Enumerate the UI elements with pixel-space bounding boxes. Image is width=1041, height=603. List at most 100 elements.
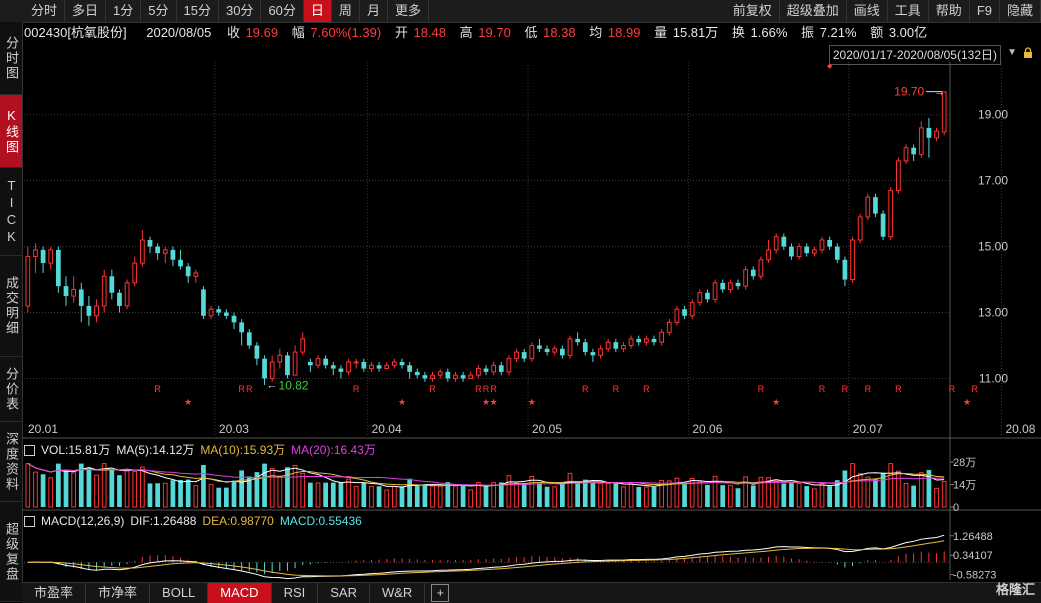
candle-body	[162, 249, 168, 254]
tool-button[interactable]: 隐藏	[1000, 0, 1041, 22]
low-price-label: 10.82	[279, 378, 309, 392]
volume-bar	[842, 470, 848, 507]
indicator-tab[interactable]: 市净率	[86, 583, 151, 603]
volume-bar	[346, 478, 351, 508]
volume-bar	[277, 475, 283, 508]
candle-body	[101, 275, 107, 307]
candle	[139, 230, 145, 267]
volume-bar	[834, 480, 840, 507]
date-range-selector[interactable]: 2020/01/17-2020/08/05(132日)	[828, 45, 1001, 65]
tool-button[interactable]: F9	[970, 0, 1000, 22]
volume-bar	[735, 488, 741, 507]
candle-body	[926, 127, 932, 138]
indicator-tab[interactable]: W&R	[370, 583, 426, 603]
volume-bar	[422, 485, 428, 507]
chevron-down-icon[interactable]: ▼	[1007, 47, 1017, 58]
side-nav-item[interactable]: 分时图	[0, 22, 22, 95]
candle	[384, 361, 390, 370]
candle-body	[262, 358, 267, 379]
period-button[interactable]: 5分	[141, 0, 177, 22]
candle-body	[582, 342, 588, 353]
candle-body	[139, 239, 145, 264]
candle	[796, 243, 802, 260]
side-nav-item[interactable]: TICK	[0, 168, 22, 256]
price-tick-label: 19.00	[978, 108, 1008, 122]
candle	[895, 157, 901, 194]
date-tick-label: 20.06	[692, 422, 722, 436]
candle	[491, 361, 497, 376]
candle	[437, 368, 443, 379]
volume-bar	[323, 482, 329, 507]
candle	[498, 361, 504, 376]
candle-body	[109, 276, 115, 293]
candle-body	[407, 365, 413, 372]
side-nav-item[interactable]: 分价表	[0, 357, 22, 422]
side-nav-item[interactable]: K线图	[0, 95, 22, 168]
candle-body	[766, 249, 771, 261]
candle	[582, 338, 588, 356]
volume-bar	[132, 470, 138, 508]
indicator-tab[interactable]: BOLL	[150, 583, 209, 603]
candle	[315, 355, 321, 369]
period-buttons: 分时 多日 1分 5分 15分 30分 60分日周月更多	[24, 0, 429, 22]
candle-body	[208, 308, 214, 317]
side-nav-item[interactable]: 成交明细	[0, 256, 22, 357]
candle	[880, 210, 886, 240]
side-nav-item[interactable]: 深度资料	[0, 422, 22, 502]
period-button[interactable]: 30分	[219, 0, 262, 22]
tool-button[interactable]: 前复权	[726, 0, 780, 22]
period-button[interactable]: 月	[360, 0, 388, 22]
panel-toggle-icon[interactable]	[24, 515, 35, 527]
candle	[621, 342, 626, 353]
period-button[interactable]: 分时	[24, 0, 66, 22]
volume-bar	[811, 488, 817, 508]
period-button[interactable]: 1分	[106, 0, 142, 22]
candle-body	[323, 358, 329, 366]
candle-body	[94, 305, 99, 317]
volume-bar	[850, 463, 855, 508]
period-button[interactable]: 15分	[177, 0, 219, 22]
volume-bar	[361, 482, 367, 507]
signal-star-marker: ★	[490, 397, 498, 407]
lock-icon[interactable]	[1023, 47, 1033, 59]
candle-body	[307, 361, 313, 366]
indicator-tab[interactable]: 市盈率	[22, 583, 87, 603]
signal-star-marker: ★	[772, 397, 780, 407]
view-side-nav: 分时图 K线图 TICK 成交明细 分价表 深度资料 超级复盘	[0, 22, 23, 602]
indicator-tab[interactable]: MACD	[208, 583, 272, 603]
candle-body	[277, 354, 283, 363]
candle-body	[117, 292, 122, 306]
period-button[interactable]: 周	[332, 0, 360, 22]
close-label: 收	[226, 25, 240, 40]
indicator-tab[interactable]: RSI	[272, 583, 319, 603]
volume-bar	[307, 482, 313, 507]
tool-button[interactable]: 画线	[847, 0, 888, 22]
volume-bar	[40, 474, 46, 507]
volume-bar	[78, 463, 84, 507]
volume-bar	[865, 476, 871, 508]
candle-body	[254, 345, 260, 359]
indicator-tab[interactable]: SAR	[318, 583, 370, 603]
tool-button[interactable]: 超级叠加	[780, 0, 847, 22]
candle-body	[346, 361, 351, 373]
volume-bar	[758, 476, 764, 508]
candle	[307, 358, 313, 372]
vol-ma5: MA(5):14.12万	[116, 443, 195, 457]
candle	[323, 355, 329, 369]
tool-button[interactable]: 帮助	[929, 0, 970, 22]
candle	[575, 332, 581, 346]
candle	[758, 256, 764, 280]
candle	[705, 289, 710, 303]
volume-bar	[208, 484, 214, 508]
tool-button[interactable]: 工具	[888, 0, 929, 22]
volume-bar	[315, 482, 321, 508]
panel-toggle-icon[interactable]	[24, 444, 35, 456]
period-button[interactable]: 更多	[388, 0, 429, 22]
add-indicator-icon[interactable]: +	[431, 584, 450, 602]
period-button[interactable]: 多日	[65, 0, 107, 22]
volume-value: 15.81万	[672, 25, 719, 40]
side-nav-item[interactable]: 超级复盘	[0, 502, 22, 602]
period-button[interactable]: 60分	[261, 0, 304, 22]
open-label: 开	[394, 25, 408, 40]
period-button[interactable]: 日	[303, 0, 332, 22]
